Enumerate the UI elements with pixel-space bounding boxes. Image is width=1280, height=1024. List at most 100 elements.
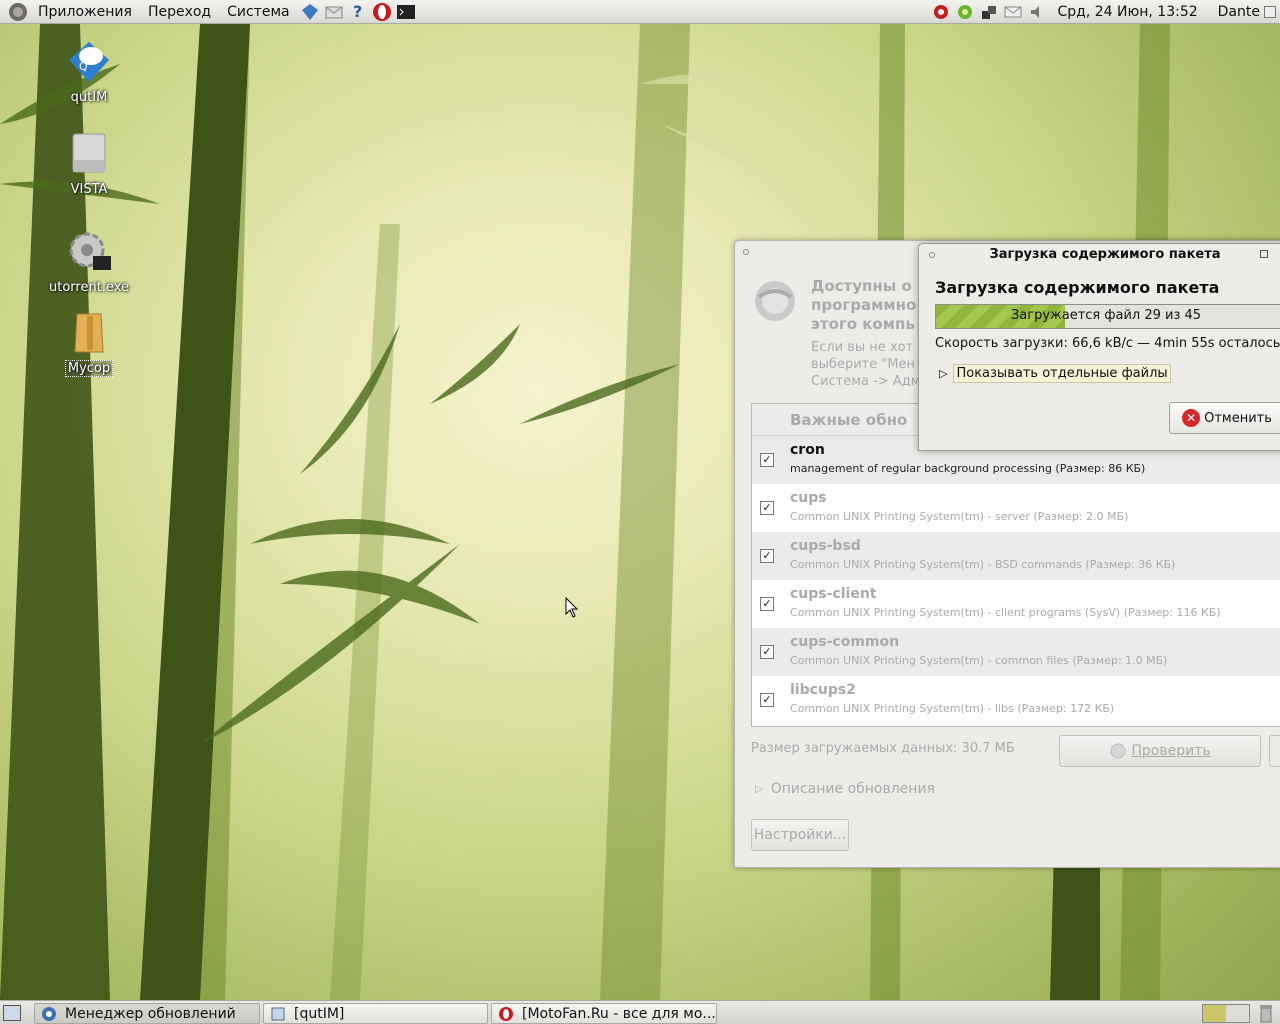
package-row[interactable]: ✓ libcups2 Common UNIX Printing System(t… (752, 676, 1280, 724)
menu-places[interactable]: Переход (140, 0, 219, 24)
expander-arrow-icon: ▷ (755, 783, 763, 795)
description-expander[interactable]: ▷ Описание обновления (755, 781, 935, 797)
package-row[interactable]: ✓ cups-common Common UNIX Printing Syste… (752, 628, 1280, 676)
user-menu[interactable]: Dante (1206, 4, 1280, 20)
task-qutim[interactable]: [qutIM] (263, 1003, 488, 1024)
desktop-icon-label: Мусор (64, 360, 114, 377)
distro-logo-icon[interactable] (8, 2, 28, 22)
cancel-button[interactable]: ✕ Отменить (1169, 402, 1280, 434)
download-speed: Скорость загрузки: 66,6 kB/c — 4min 55s … (935, 336, 1280, 351)
cancel-button-label: Отменить (1204, 410, 1272, 426)
user-name: Dante (1217, 3, 1260, 20)
package-name: cups-client (790, 586, 877, 602)
help-launcher-icon[interactable]: ? (348, 2, 368, 22)
package-row[interactable]: ✓ cups Common UNIX Printing System(tm) -… (752, 484, 1280, 532)
expander-arrow-icon: ▷ (939, 367, 948, 380)
package-description: management of regular background process… (790, 462, 1146, 475)
cancel-icon: ✕ (1182, 409, 1201, 427)
update-heading: Доступны о программно этого компь (811, 277, 917, 333)
trash-icon[interactable] (1258, 1003, 1274, 1023)
package-checkbox[interactable]: ✓ (760, 549, 774, 563)
task-label: Менеджер обновлений (65, 1005, 236, 1022)
download-progress-text: Загружается файл 29 из 45 (1010, 308, 1202, 323)
package-name: cups-common (790, 634, 900, 650)
description-expander-label: Описание обновления (770, 781, 935, 797)
menu-system[interactable]: Система (219, 0, 297, 24)
package-checkbox[interactable]: ✓ (760, 645, 774, 659)
desktop-icon-vista[interactable]: VISTA (44, 130, 134, 197)
task-update-manager[interactable]: Менеджер обновлений (34, 1003, 260, 1024)
download-size-label: Размер загружаемых данных: 30.7 МБ (751, 741, 1015, 756)
show-desktop-icon[interactable] (3, 1005, 21, 1021)
executable-gear-icon (69, 232, 111, 270)
package-description: Common UNIX Printing System(tm) - BSD co… (790, 558, 1176, 571)
package-row[interactable]: ✓ cups-bsd Common UNIX Printing System(t… (752, 532, 1280, 580)
desktop-icon-utorrent[interactable]: utorrent.exe (44, 228, 134, 295)
refresh-icon (1110, 743, 1126, 759)
workspace-2[interactable] (1226, 1005, 1249, 1022)
svg-text:Q: Q (79, 60, 88, 73)
window-menu-icon[interactable] (743, 249, 749, 255)
show-files-label: Показывать отдельные файлы (953, 364, 1171, 383)
mouse-cursor-icon (565, 597, 579, 618)
workspace-switcher[interactable] (1202, 1004, 1250, 1023)
user-box-icon (1264, 5, 1276, 18)
workspace-1[interactable] (1203, 1005, 1226, 1022)
maximize-icon[interactable] (1260, 250, 1268, 258)
package-name: cups (790, 490, 827, 506)
terminal-launcher-icon[interactable] (396, 2, 416, 22)
menu-applications[interactable]: Приложения (30, 0, 140, 24)
package-checkbox[interactable]: ✓ (760, 453, 774, 467)
update-flower-icon[interactable] (955, 2, 975, 22)
package-description: Common UNIX Printing System(tm) - libs (… (790, 702, 1115, 715)
update-subtext: Если вы не хот выберите "Мен Система -> … (811, 340, 921, 389)
package-description: Common UNIX Printing System(tm) - client… (790, 606, 1221, 619)
package-name: libcups2 (790, 682, 856, 698)
update-manager-icon (42, 1006, 56, 1021)
check-button-label: Проверить (1131, 743, 1211, 759)
opera-launcher-icon[interactable] (372, 2, 392, 22)
bottom-panel: Менеджер обновлений [qutIM] [MotoFan.Ru … (0, 1000, 1280, 1024)
desktop-icon-label: utorrent.exe (49, 280, 129, 295)
opera-tray-icon[interactable] (931, 2, 951, 22)
package-name: cron (790, 442, 825, 458)
update-globe-icon (755, 281, 795, 321)
mail-notify-icon[interactable] (1003, 2, 1023, 22)
download-heading: Загрузка содержимого пакета (935, 278, 1220, 297)
download-progress-bar: Загружается файл 29 из 45 (935, 304, 1280, 329)
download-dialog-titlebar[interactable]: Загрузка содержимого пакета (919, 244, 1280, 266)
task-opera[interactable]: [MotoFan.Ru - все для мо... (491, 1003, 717, 1024)
desktop-icon-trash[interactable]: Мусор (44, 308, 134, 377)
package-checkbox[interactable]: ✓ (760, 597, 774, 611)
system-tray: Срд, 24 Июн, 13:52 Dante (929, 0, 1280, 24)
volume-icon[interactable] (1027, 2, 1047, 22)
package-row[interactable]: ✓ cups-client Common UNIX Printing Syste… (752, 580, 1280, 628)
drive-icon (72, 133, 106, 173)
task-label: [qutIM] (294, 1005, 345, 1022)
show-files-expander[interactable]: ▷ Показывать отдельные файлы (939, 364, 1171, 383)
package-checkbox[interactable]: ✓ (760, 501, 774, 515)
package-checkbox[interactable]: ✓ (760, 693, 774, 707)
qutim-chat-icon: Q (69, 42, 109, 82)
trash-folder-icon (74, 313, 104, 353)
settings-button[interactable]: Настройки... (751, 819, 849, 851)
updates-category-label: Важные обно (790, 411, 908, 429)
check-button[interactable]: Проверить (1059, 735, 1261, 767)
task-label: [MotoFan.Ru - все для мо... (522, 1005, 716, 1022)
opera-icon (499, 1006, 513, 1021)
install-button[interactable] (1269, 735, 1280, 767)
top-panel: Приложения Переход Система ? Срд, 24 Июн… (0, 0, 1280, 24)
mail-launcher-icon[interactable] (324, 2, 344, 22)
download-dialog: Загрузка содержимого пакета Загрузка сод… (918, 243, 1280, 451)
desktop-icon-qutim[interactable]: Q qutIM (44, 38, 134, 105)
network-icon[interactable] (979, 2, 999, 22)
package-description: Common UNIX Printing System(tm) - server… (790, 510, 1129, 523)
desktop-icon-label: qutIM (70, 90, 108, 105)
network-launcher-icon[interactable] (300, 2, 320, 22)
qutim-icon (271, 1007, 285, 1020)
package-description: Common UNIX Printing System(tm) - common… (790, 654, 1168, 667)
clock[interactable]: Срд, 24 Июн, 13:52 (1049, 4, 1205, 20)
package-name: cups-bsd (790, 538, 861, 554)
updates-list[interactable]: Важные обно ✓ cron management of regular… (751, 403, 1280, 727)
download-dialog-title: Загрузка содержимого пакета (989, 247, 1221, 262)
